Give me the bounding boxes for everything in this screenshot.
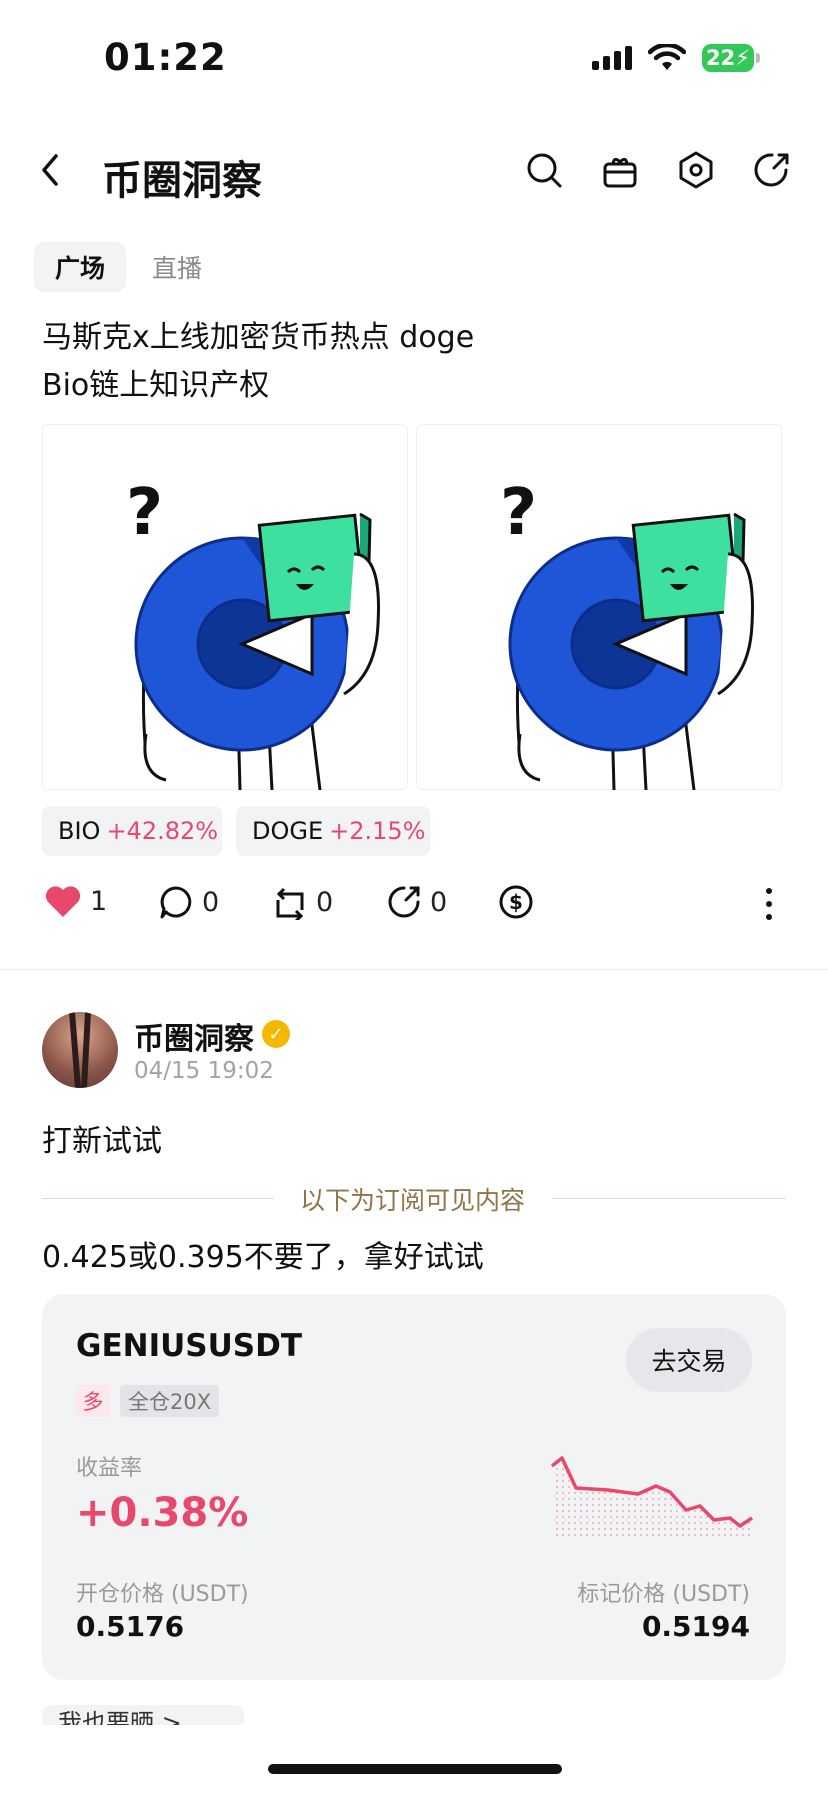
tab-live[interactable]: 直播	[152, 242, 202, 292]
pnl-value: +0.38%	[76, 1490, 249, 1536]
mark-price-label: 标记价格 (USDT)	[577, 1582, 750, 1607]
search-icon[interactable]	[524, 150, 564, 190]
page-title: 币圈洞察	[102, 158, 262, 204]
home-indicator[interactable]	[268, 1764, 562, 1774]
divider-line-right	[552, 1198, 786, 1199]
like-count: 1	[90, 885, 108, 917]
author-name[interactable]: 币圈洞察	[134, 1014, 254, 1058]
like-button[interactable]: 1	[44, 884, 107, 918]
back-arrow-icon[interactable]	[38, 150, 62, 190]
question-mark-text: ?	[500, 476, 537, 550]
leverage-tag: 全仓20X	[120, 1385, 220, 1417]
comment-icon	[160, 886, 192, 919]
share-icon[interactable]	[752, 150, 792, 190]
tip-button[interactable]: $	[498, 884, 534, 920]
open-price-label: 开仓价格 (USDT)	[76, 1582, 249, 1607]
heart-icon	[45, 886, 81, 917]
token-symbol: DOGE	[252, 817, 324, 845]
share-count: 0	[430, 886, 448, 918]
token-symbol: BIO	[58, 817, 101, 845]
share-button[interactable]: 0	[386, 884, 447, 920]
direction-tag: 多	[76, 1385, 110, 1417]
trade-pair: GENIUSUSDT	[76, 1328, 302, 1364]
battery-icon: 22 ⚡	[702, 44, 754, 72]
repost-icon	[276, 887, 304, 920]
question-mark-text: ?	[126, 476, 163, 550]
token-change: +42.82%	[106, 817, 219, 845]
tab-square[interactable]: 广场	[34, 242, 126, 292]
mascot-illustration: ?	[126, 476, 380, 790]
cellular-signal-icon	[592, 46, 632, 70]
post-text: 打新试试	[42, 1124, 162, 1159]
avatar-image	[69, 1012, 91, 1088]
pnl-label: 收益率	[76, 1456, 143, 1481]
post-divider	[0, 969, 828, 970]
post-image-1[interactable]: ?	[42, 424, 408, 790]
comment-count: 0	[202, 886, 220, 918]
mark-price-value: 0.5194	[641, 1610, 750, 1643]
show-off-chip[interactable]: 我也要晒 >	[42, 1705, 244, 1725]
more-options-icon[interactable]	[766, 888, 774, 920]
token-chip-doge[interactable]: DOGE +2.15%	[236, 806, 430, 856]
wifi-icon	[648, 44, 686, 70]
subscription-text: 0.425或0.395不要了，拿好试试	[42, 1240, 484, 1275]
open-price-value: 0.5176	[76, 1610, 185, 1643]
price-sparkline	[550, 1456, 753, 1538]
battery-tip	[756, 53, 760, 63]
post-text-line-2: Bio链上知识产权	[42, 368, 270, 403]
repost-button[interactable]: 0	[272, 884, 333, 920]
dollar-coin-icon: $	[499, 885, 533, 919]
post-text-line-1: 马斯克x上线加密货币热点 doge	[42, 320, 475, 355]
post-date: 04/15 19:02	[134, 1058, 274, 1084]
repost-count: 0	[316, 886, 334, 918]
comment-button[interactable]: 0	[158, 884, 219, 920]
battery-level: 22	[706, 46, 736, 70]
settings-hexagon-icon[interactable]	[676, 150, 716, 190]
post-image-2[interactable]: ?	[416, 424, 782, 790]
avatar[interactable]	[42, 1012, 118, 1088]
mascot-illustration: ?	[500, 476, 754, 790]
svg-text:$: $	[509, 890, 523, 914]
divider-line-left	[42, 1198, 274, 1199]
verified-badge-icon: ✓	[262, 1020, 290, 1048]
share-icon	[388, 886, 420, 918]
token-change: +2.15%	[329, 817, 426, 845]
token-chip-bio[interactable]: BIO +42.82%	[42, 806, 222, 856]
go-trade-button[interactable]: 去交易	[626, 1328, 752, 1392]
status-time: 01:22	[104, 36, 227, 79]
subscription-label: 以下为订阅可见内容	[300, 1186, 526, 1215]
gift-icon[interactable]	[600, 150, 640, 190]
